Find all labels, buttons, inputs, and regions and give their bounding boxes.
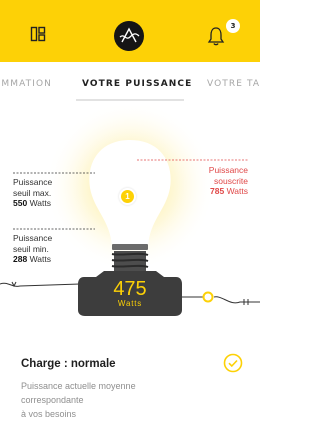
bell-icon[interactable]	[205, 25, 227, 47]
active-tab-underline	[76, 99, 184, 101]
subscribed-power-value: 785	[210, 186, 225, 196]
tab-votre-tarif[interactable]: VOTRE TARIF	[207, 79, 260, 89]
top-bar: 3	[0, 0, 260, 62]
current-power-unit: Watts	[117, 299, 143, 308]
subscribed-power-label: Puissance souscrite 785 Watts	[208, 165, 248, 196]
status-description: Puissance actuelle moyenne correspondant…	[21, 381, 136, 419]
current-power-value: 475	[113, 278, 147, 300]
notification-badge: 3	[226, 19, 240, 33]
min-power-value: 288	[13, 254, 28, 264]
tab-votre-puissance[interactable]: VOTRE PUISSANCE	[82, 79, 192, 89]
max-power-value: 550	[13, 198, 28, 208]
power-illustration: Puissance seuil max. 550 Watts Puissance…	[0, 106, 260, 336]
status-title: Charge : normale	[21, 358, 116, 370]
tab-bar: CONSOMMATION VOTRE PUISSANCE VOTRE TARIF	[0, 62, 260, 106]
max-power-label: Puissance seuil max. 550 Watts	[13, 177, 53, 208]
logo-icon[interactable]	[114, 21, 144, 51]
grid-layout-icon[interactable]	[30, 26, 46, 42]
info-marker[interactable]: 1	[119, 188, 136, 205]
tab-consommation[interactable]: CONSOMMATION	[0, 79, 52, 89]
check-circle-icon	[223, 353, 243, 373]
min-power-label: Puissance seuil min. 288 Watts	[13, 233, 53, 264]
